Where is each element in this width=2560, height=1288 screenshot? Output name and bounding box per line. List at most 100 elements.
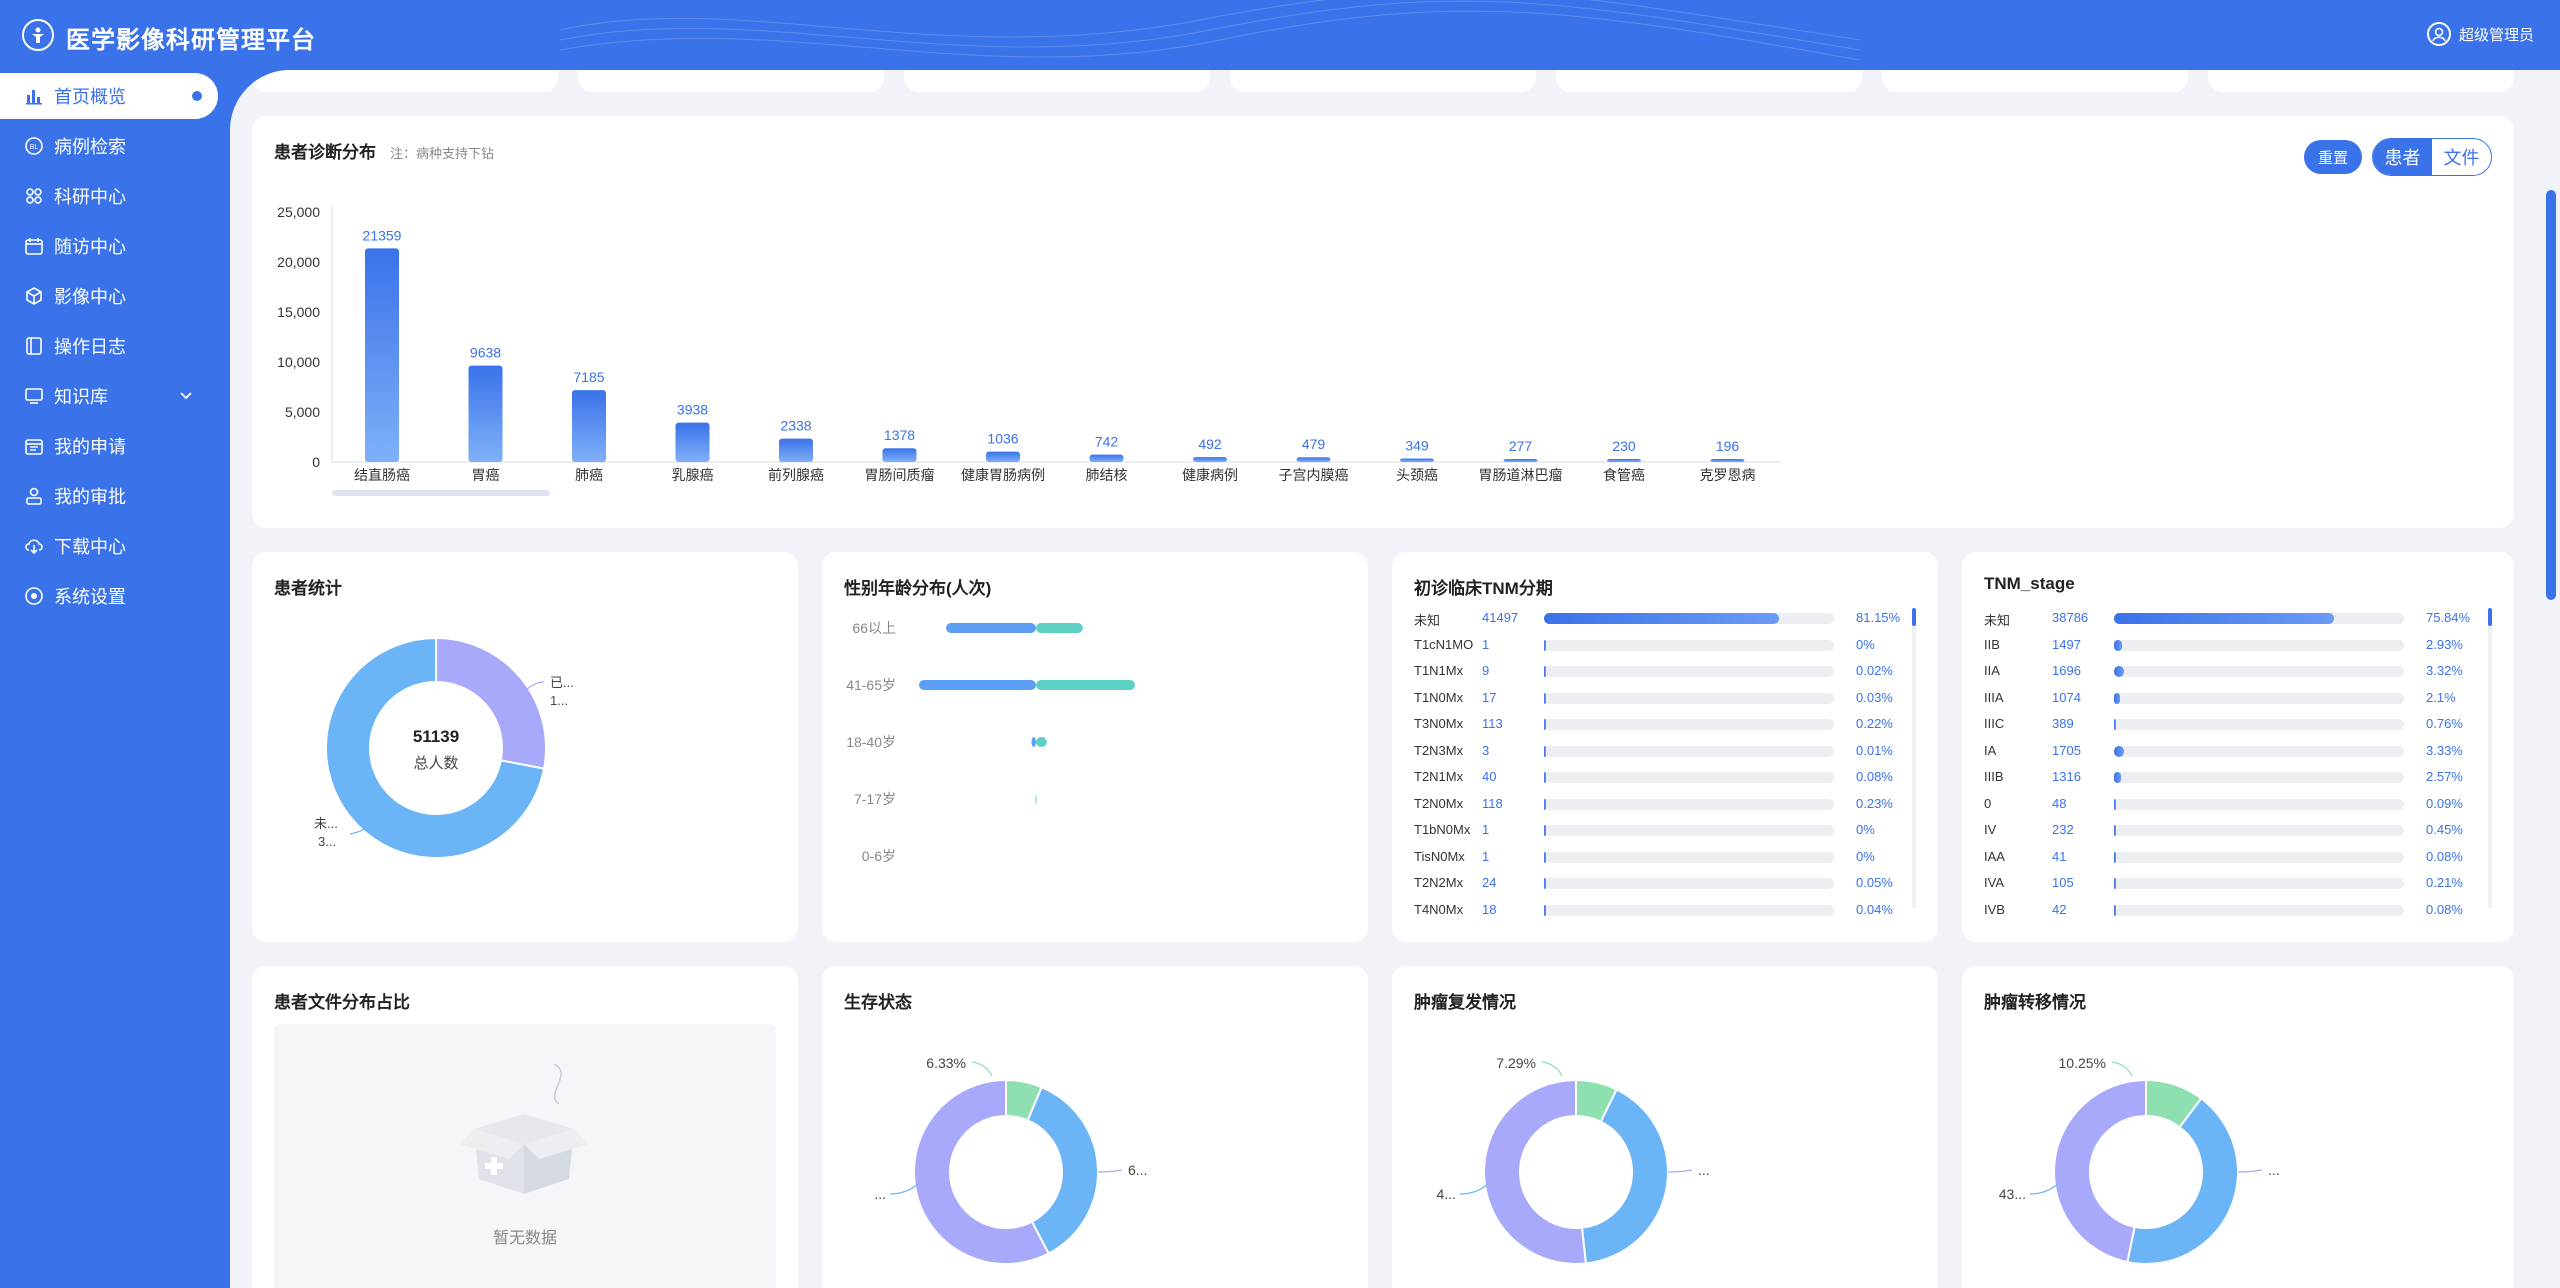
slice-label: 未... xyxy=(314,816,338,831)
y-tick-label: 10,000 xyxy=(277,354,320,370)
sidebar-item-case-search[interactable]: BL 病例检索 xyxy=(0,123,218,169)
stage-label: IIIA xyxy=(1984,689,2004,705)
patient-donut-chart: 51139 总人数 已... 1... 未... 3... xyxy=(314,636,574,859)
main-content: 患者诊断分布 注：病种支持下钻 重置 患者 文件 0 5,000 10,000 15,0… xyxy=(230,70,2560,1288)
stage-bar-fill xyxy=(1544,772,1547,783)
bar-value-label: 277 xyxy=(1509,438,1533,454)
sidebar-item-label: 系统设置 xyxy=(54,587,126,607)
slice-label: 7.29% xyxy=(1496,1055,1536,1071)
stage-count: 1316 xyxy=(2052,769,2081,784)
tnm-scrollbar[interactable] xyxy=(1912,608,1916,908)
stage-label: 未知 xyxy=(1984,613,2011,628)
recurrence-donut-chart: 7.29% 4...... xyxy=(1437,1055,1710,1265)
stage-percent: 0% xyxy=(1856,822,1875,837)
stage-bar-track xyxy=(1544,772,1834,783)
stage-count: 18 xyxy=(1482,901,1497,917)
user-icon xyxy=(2426,22,2451,46)
stage-bar-fill xyxy=(1544,825,1547,836)
stage-bar-track xyxy=(1544,745,1834,757)
tnm-stage-scrollbar[interactable] xyxy=(2488,608,2492,908)
stage-count: 41497 xyxy=(1482,610,1519,625)
monitor-icon xyxy=(24,386,44,406)
age-label: 66以上 xyxy=(852,620,896,636)
stage-label: T1bN0Mx xyxy=(1414,822,1471,837)
stage-percent: 81.15% xyxy=(1856,610,1901,625)
bar-value-label: 9638 xyxy=(470,345,501,361)
bar xyxy=(468,365,503,462)
total-count: 51139 xyxy=(413,727,459,746)
apply-icon xyxy=(24,436,44,456)
stage-percent: 0.08% xyxy=(1856,769,1893,784)
reset-button[interactable]: 重置 xyxy=(2304,140,2362,174)
stage-count: 389 xyxy=(2052,716,2074,731)
series-bar-right xyxy=(1036,623,1083,633)
stage-count: 232 xyxy=(2052,822,2074,837)
label-leader-line xyxy=(2111,1061,2133,1077)
x-tick-label: 肺癌 xyxy=(575,467,603,483)
stage-count: 48 xyxy=(2052,795,2067,811)
sidebar-item-settings[interactable]: 系统设置 xyxy=(0,573,218,619)
toggle-patient[interactable]: 患者 xyxy=(2373,139,2432,175)
stage-label: IIB xyxy=(1984,636,2000,652)
sidebar-item-my-approvals[interactable]: 我的审批 xyxy=(0,473,218,519)
sidebar-item-downloads[interactable]: 下载中心 xyxy=(0,523,218,569)
x-tick-label: 前列腺癌 xyxy=(768,467,824,483)
user-name: 超级管理员 xyxy=(2458,26,2534,44)
tnm-stage-title: TNM_stage xyxy=(1984,574,2075,593)
patient-stats-title: 患者统计 xyxy=(274,579,342,598)
stage-percent: 3.32% xyxy=(2426,663,2463,678)
sidebar-item-label: 影像中心 xyxy=(54,287,126,307)
stage-count: 17 xyxy=(1482,689,1497,705)
bar-chart-icon xyxy=(24,86,44,106)
sidebar-item-logs[interactable]: 操作日志 xyxy=(0,323,218,369)
toggle-file[interactable]: 文件 xyxy=(2432,139,2491,175)
slice-label: ... xyxy=(2268,1162,2280,1178)
sidebar-item-label: 知识库 xyxy=(54,387,108,407)
stage-percent: 2.1% xyxy=(2426,689,2456,705)
stage-row: IIB 1497 2.93% xyxy=(1984,635,2494,655)
approve-icon xyxy=(24,486,44,506)
svg-text:BL: BL xyxy=(30,144,39,151)
recurrence-card: 肿瘤复发情况 7.29% 4...... xyxy=(1392,966,1938,1288)
x-tick-label: 结直肠癌 xyxy=(354,467,410,483)
sidebar-item-imaging[interactable]: 影像中心 xyxy=(0,273,218,319)
x-tick-label: 胃肠道淋巴瘤 xyxy=(1479,467,1563,483)
stage-count: 1 xyxy=(1482,822,1490,837)
stage-row: T2N1Mx 40 0.08% xyxy=(1414,767,1924,787)
sidebar-item-research[interactable]: 科研中心 xyxy=(0,173,218,219)
patient-file-toggle: 患者 文件 xyxy=(2372,138,2492,176)
stage-label: IIIB xyxy=(1984,769,2004,784)
sidebar-item-my-applications[interactable]: 我的申请 xyxy=(0,423,218,469)
slice-label: ... xyxy=(1698,1162,1710,1178)
stage-bar-fill xyxy=(2114,613,2334,624)
stage-count: 1074 xyxy=(2052,689,2081,705)
stage-count: 113 xyxy=(1482,716,1503,731)
bar-value-label: 7185 xyxy=(573,369,604,385)
page-scrollbar[interactable] xyxy=(2546,120,2556,1280)
stage-row: IVA 105 0.21% xyxy=(1984,873,2494,893)
slice-label: 已... xyxy=(550,675,574,690)
stage-label: T2N2Mx xyxy=(1414,875,1464,890)
stage-row: T1N0Mx 17 0.03% xyxy=(1414,688,1924,708)
stage-row: 0 48 0.09% xyxy=(1984,794,2494,814)
sidebar-item-followup[interactable]: 随访中心 xyxy=(0,223,218,269)
empty-text: 暂无数据 xyxy=(492,1230,557,1247)
sidebar-item-knowledge[interactable]: 知识库 xyxy=(0,373,218,419)
label-leader-line xyxy=(971,1061,993,1077)
bar xyxy=(1710,459,1745,462)
stage-count: 40 xyxy=(1482,769,1497,784)
sidebar-item-overview[interactable]: 首页概览 xyxy=(0,73,218,119)
stage-row: 未知 41497 81.15% xyxy=(1414,608,1924,628)
slice-label: 4... xyxy=(1437,1186,1456,1202)
slice-label: 10.25% xyxy=(2059,1055,2106,1071)
sidebar-item-label: 科研中心 xyxy=(54,187,126,207)
bar xyxy=(1607,459,1641,462)
stage-percent: 0.21% xyxy=(2426,875,2463,890)
stage-bar-fill xyxy=(2114,772,2122,783)
stage-label: IAA xyxy=(1984,848,2005,864)
stage-bar-fill xyxy=(1544,745,1547,757)
stage-bar-fill xyxy=(2114,825,2117,836)
stage-percent: 0.05% xyxy=(1856,875,1893,890)
user-menu[interactable]: 超级管理员 xyxy=(2426,22,2534,46)
stage-bar-track xyxy=(2114,772,2404,783)
